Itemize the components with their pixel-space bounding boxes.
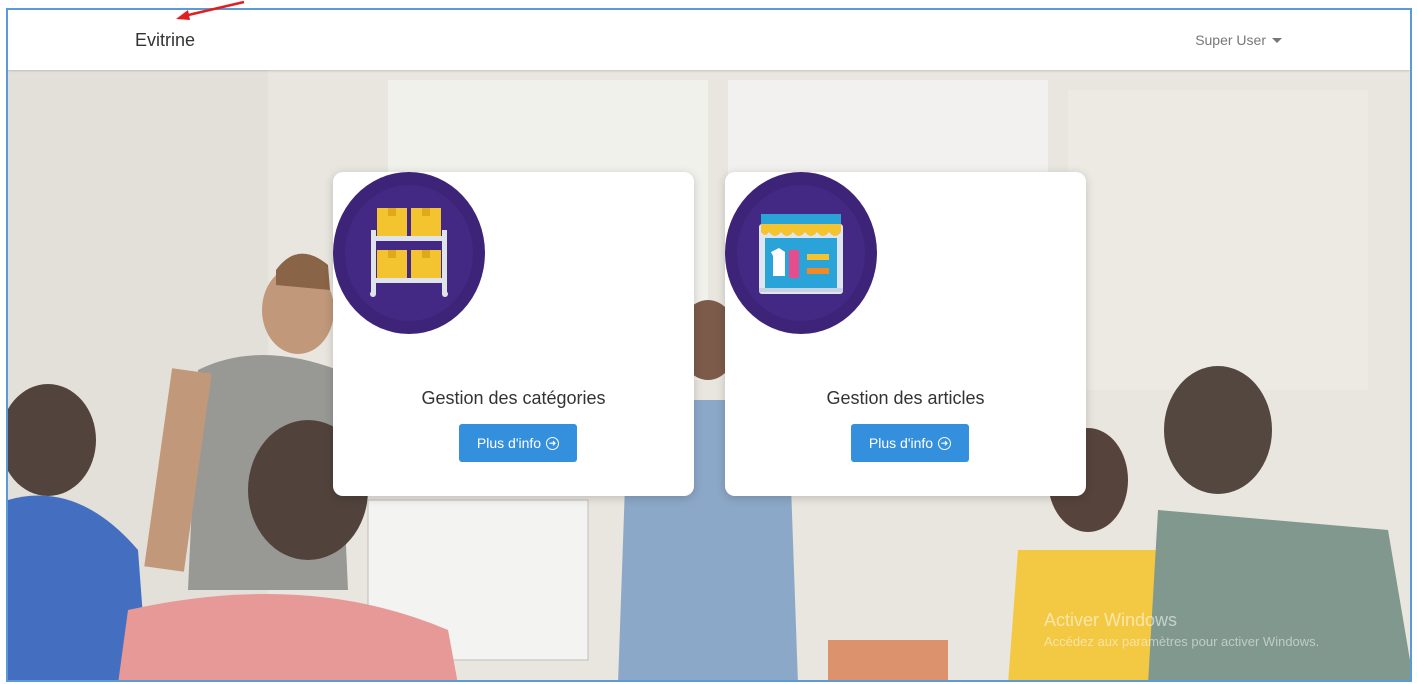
card-title: Gestion des articles [826,388,985,408]
arrow-circle-right-icon: ➜ [546,436,560,450]
windows-activation-subtitle: Accédez aux paramètres pour activer Wind… [1044,634,1320,649]
card-categories: Gestion des catégories Plus d'info ➜ [333,172,694,496]
shelf-boxes-icon [333,172,485,334]
browser-frame: Evitrine Super User Gestion des catégori… [6,8,1412,682]
more-info-button[interactable]: Plus d'info ➜ [851,424,969,462]
shop-storefront-icon [725,172,877,334]
button-label: Plus d'info [476,435,542,451]
card-articles: Gestion des articles Plus d'info ➜ [725,172,1086,496]
caret-down-icon [1272,38,1282,43]
button-label: Plus d'info [868,435,934,451]
windows-activation-title: Activer Windows [1044,610,1178,630]
hero-background: Gestion des catégories Plus d'info ➜ Ges… [8,70,1410,680]
classroom-photo [8,70,1410,680]
brand-link[interactable]: Evitrine [135,30,195,51]
arrow-circle-right-icon: ➜ [938,436,952,450]
user-menu-dropdown[interactable]: Super User [1195,32,1282,48]
user-name: Super User [1195,32,1266,48]
annotation-arrow [176,0,245,20]
card-title: Gestion des catégories [421,388,606,408]
more-info-button[interactable]: Plus d'info ➜ [459,424,577,462]
